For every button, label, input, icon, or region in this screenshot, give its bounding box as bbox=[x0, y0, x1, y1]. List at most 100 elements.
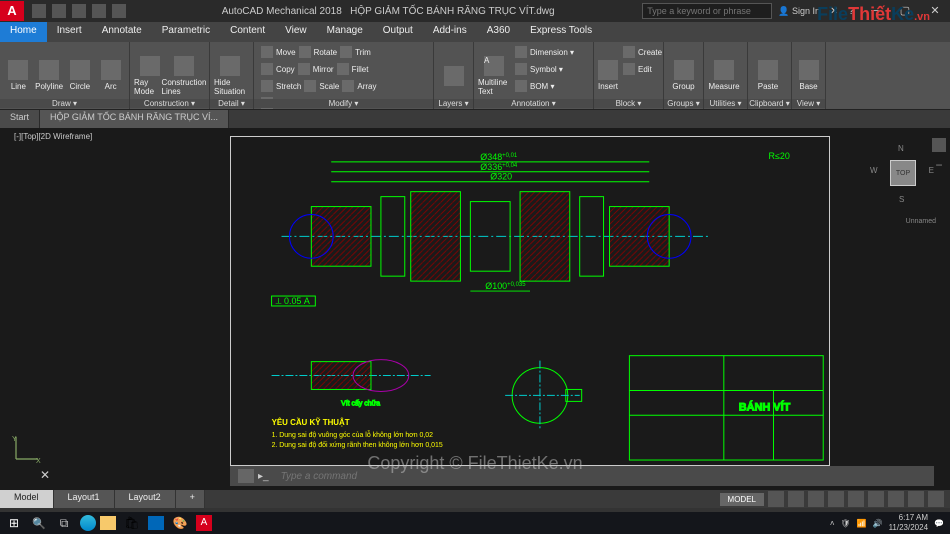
copy-button[interactable]: Copy Mirror Fillet bbox=[258, 61, 429, 77]
tray-volume-icon[interactable]: 🔊 bbox=[873, 519, 883, 528]
view-cube[interactable]: N E S W TOP bbox=[878, 148, 928, 198]
polyline-icon bbox=[39, 60, 59, 80]
polyline-button[interactable]: Polyline bbox=[35, 44, 64, 107]
edit-icon bbox=[623, 63, 635, 75]
edge-icon[interactable] bbox=[80, 515, 96, 531]
svg-text:YÊU CẦU KỸ THUẬT: YÊU CẦU KỸ THUẬT bbox=[272, 417, 350, 427]
open-icon[interactable] bbox=[32, 4, 46, 18]
group-draw[interactable]: Draw ▾ bbox=[0, 99, 129, 108]
start-button[interactable]: ⊞ bbox=[0, 516, 28, 530]
tab-home[interactable]: Home bbox=[0, 22, 47, 42]
status-cleanscreen-icon[interactable] bbox=[928, 491, 944, 507]
nav-minus-icon[interactable]: − bbox=[932, 158, 946, 172]
group-modify[interactable]: Modify ▾ bbox=[254, 99, 433, 108]
status-polar-icon[interactable] bbox=[828, 491, 844, 507]
paint-icon[interactable]: 🎨 bbox=[168, 514, 192, 532]
tab-addins[interactable]: Add-ins bbox=[423, 22, 477, 42]
nav-home-icon[interactable] bbox=[932, 138, 946, 152]
taskbar-clock[interactable]: 6:17 AM 11/23/2024 bbox=[889, 513, 928, 533]
status-lwt-icon[interactable] bbox=[868, 491, 884, 507]
arc-button[interactable]: Arc bbox=[96, 44, 125, 107]
tab-annotate[interactable]: Annotate bbox=[92, 22, 152, 42]
layout-tab-model[interactable]: Model bbox=[0, 490, 54, 508]
measure-button[interactable]: Measure bbox=[708, 44, 740, 107]
group-button[interactable]: Group bbox=[668, 44, 699, 107]
explorer-icon[interactable] bbox=[100, 516, 116, 530]
file-tab-current[interactable]: HỘP GIẢM TỐC BÁNH RĂNG TRỤC VÍ... bbox=[40, 110, 229, 128]
status-snap-icon[interactable] bbox=[788, 491, 804, 507]
tab-parametric[interactable]: Parametric bbox=[152, 22, 220, 42]
notification-icon[interactable]: 💬 bbox=[934, 519, 944, 528]
move-button[interactable]: Move Rotate Trim bbox=[258, 44, 429, 60]
mtext-button[interactable]: AMultiline Text bbox=[478, 44, 510, 107]
raymode-button[interactable]: Ray Mode bbox=[134, 44, 166, 107]
status-workspace-icon[interactable] bbox=[908, 491, 924, 507]
store-icon[interactable]: 🛍 bbox=[120, 514, 144, 532]
line-button[interactable]: Line bbox=[4, 44, 33, 107]
undo-icon[interactable] bbox=[72, 4, 86, 18]
symbol-button[interactable]: Symbol ▾ bbox=[512, 61, 577, 77]
stretch-button[interactable]: Stretch Scale Array bbox=[258, 78, 429, 94]
circle-button[interactable]: Circle bbox=[66, 44, 95, 107]
group-annotation[interactable]: Annotation ▾ bbox=[474, 99, 593, 108]
help-search-input[interactable] bbox=[642, 3, 772, 19]
file-tab-start[interactable]: Start bbox=[0, 110, 40, 128]
group-view[interactable]: View ▾ bbox=[792, 99, 825, 108]
compass-n: N bbox=[898, 144, 904, 153]
tab-content[interactable]: Content bbox=[220, 22, 275, 42]
circle-icon bbox=[70, 60, 90, 80]
tab-insert[interactable]: Insert bbox=[47, 22, 92, 42]
cube-top-face[interactable]: TOP bbox=[890, 160, 916, 186]
viewport-label[interactable]: [-][Top][2D Wireframe] bbox=[14, 132, 92, 141]
tab-express[interactable]: Express Tools bbox=[520, 22, 602, 42]
tray-wifi-icon[interactable]: 📶 bbox=[857, 519, 867, 528]
group-block[interactable]: Block ▾ bbox=[594, 99, 663, 108]
canvas-close[interactable]: ✕ bbox=[40, 468, 50, 482]
print-icon[interactable] bbox=[112, 4, 126, 18]
group-detail[interactable]: Detail ▾ bbox=[210, 99, 253, 108]
edit-block-button[interactable]: Edit bbox=[620, 61, 665, 77]
symbol-icon bbox=[515, 63, 527, 75]
app-logo[interactable]: A bbox=[0, 1, 24, 21]
group-clipboard[interactable]: Clipboard ▾ bbox=[748, 99, 791, 108]
layout-tab-2[interactable]: Layout2 bbox=[115, 490, 176, 508]
tab-output[interactable]: Output bbox=[373, 22, 423, 42]
constlines-button[interactable]: Construction Lines bbox=[168, 44, 200, 107]
status-model-badge[interactable]: MODEL bbox=[720, 493, 764, 506]
insert-button[interactable]: Insert bbox=[598, 44, 618, 107]
status-osnap-icon[interactable] bbox=[848, 491, 864, 507]
layers-button[interactable] bbox=[438, 44, 469, 107]
tray-chevron-icon[interactable]: ˄ bbox=[830, 519, 835, 528]
svg-text:Ø320: Ø320 bbox=[490, 172, 512, 182]
taskview-icon[interactable]: ⧉ bbox=[52, 514, 76, 532]
tab-a360[interactable]: A360 bbox=[477, 22, 520, 42]
watermark-copyright: Copyright © FileThietKe.vn bbox=[367, 453, 582, 474]
line-icon bbox=[8, 60, 28, 80]
tab-manage[interactable]: Manage bbox=[317, 22, 373, 42]
create-block-button[interactable]: Create bbox=[620, 44, 665, 60]
status-ortho-icon[interactable] bbox=[808, 491, 824, 507]
group-construction[interactable]: Construction ▾ bbox=[130, 99, 209, 108]
base-view-button[interactable]: Base bbox=[796, 44, 821, 107]
group-layers[interactable]: Layers ▾ bbox=[434, 99, 473, 108]
dimension-button[interactable]: Dimension ▾ bbox=[512, 44, 577, 60]
paste-button[interactable]: Paste bbox=[752, 44, 784, 107]
status-grid-icon[interactable] bbox=[768, 491, 784, 507]
status-anno-icon[interactable] bbox=[888, 491, 904, 507]
group-icon bbox=[674, 60, 694, 80]
layout-tab-add[interactable]: + bbox=[176, 490, 205, 508]
bom-button[interactable]: BOM ▾ bbox=[512, 78, 577, 94]
save-icon[interactable] bbox=[52, 4, 66, 18]
drawing-canvas[interactable]: [-][Top][2D Wireframe] bbox=[0, 128, 950, 490]
taskbar-search-icon[interactable]: 🔍 bbox=[28, 517, 50, 530]
group-groups[interactable]: Groups ▾ bbox=[664, 99, 703, 108]
autocad-taskbar-icon[interactable]: A bbox=[196, 515, 212, 531]
tab-view[interactable]: View bbox=[275, 22, 317, 42]
group-utilities[interactable]: Utilities ▾ bbox=[704, 99, 747, 108]
signin-link[interactable]: 👤 Sign In bbox=[778, 6, 820, 17]
tray-shield-icon[interactable]: 🛡 bbox=[840, 519, 850, 528]
mail-icon[interactable] bbox=[148, 516, 164, 530]
hide-situation-button[interactable]: Hide Situation bbox=[214, 44, 246, 107]
layout-tab-1[interactable]: Layout1 bbox=[54, 490, 115, 508]
redo-icon[interactable] bbox=[92, 4, 106, 18]
